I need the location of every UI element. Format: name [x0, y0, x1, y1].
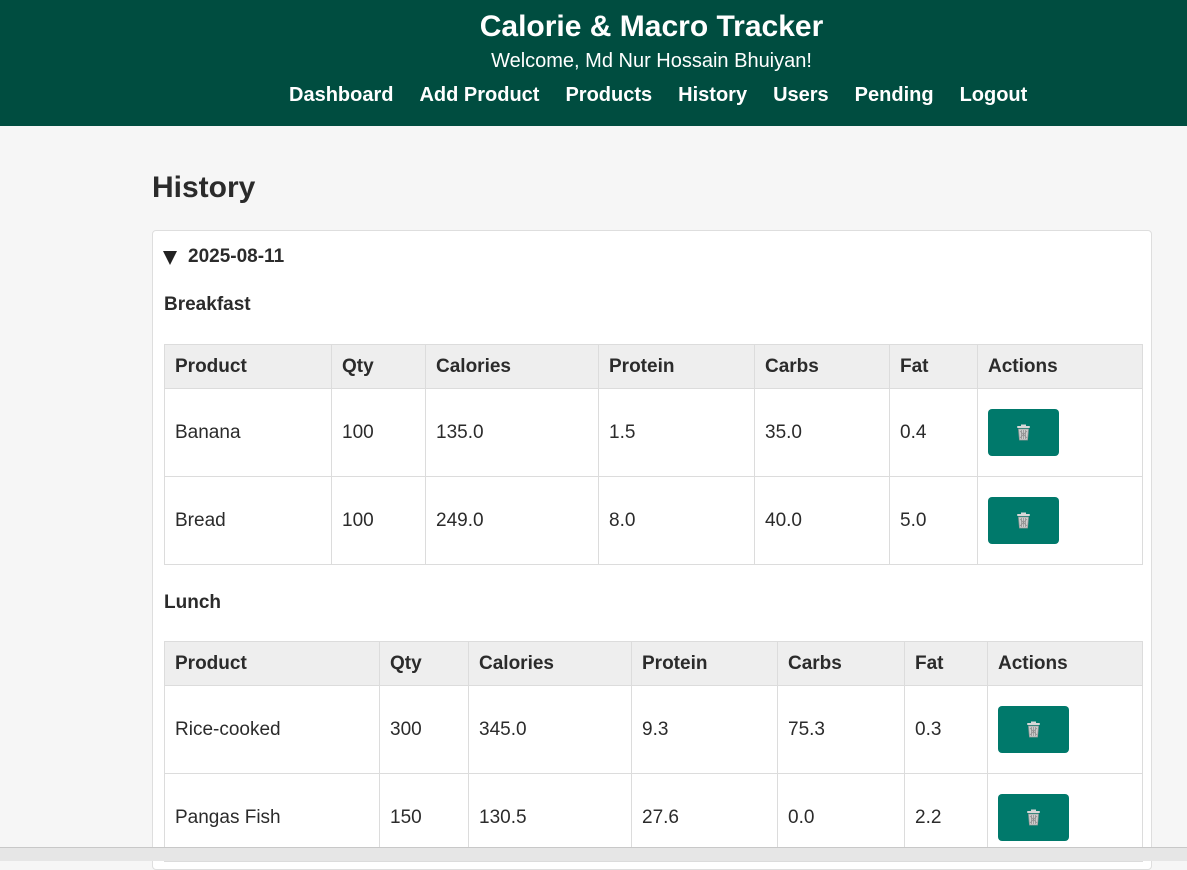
meal-title-lunch: Lunch: [164, 592, 221, 613]
welcome-message: Welcome, Md Nur Hossain Bhuiyan!: [491, 50, 812, 72]
main-nav: Dashboard Add Product Products History U…: [289, 82, 1027, 108]
cell-calories: 135.0: [425, 388, 599, 477]
app-title: Calorie & Macro Tracker: [479, 10, 824, 43]
cell-actions: [987, 685, 1143, 774]
nav-logout[interactable]: Logout: [960, 82, 1028, 108]
cell-protein: 1.5: [598, 388, 755, 477]
trash-icon: [1017, 512, 1030, 529]
lunch-table: Product Qty Calories Protein Carbs Fat A…: [164, 641, 1143, 862]
cell-product: Rice-cooked: [164, 685, 380, 774]
column-header: Calories: [468, 641, 632, 686]
delete-button[interactable]: [998, 706, 1069, 753]
nav-pending[interactable]: Pending: [855, 82, 934, 108]
trash-icon: [1027, 721, 1040, 738]
cell-fat: 0.3: [904, 685, 988, 774]
meal-title-breakfast: Breakfast: [164, 294, 251, 315]
cell-carbs: 40.0: [754, 476, 890, 565]
column-header: Actions: [977, 344, 1143, 389]
table-header-row: Product Qty Calories Protein Carbs Fat A…: [164, 344, 1143, 389]
cell-calories: 345.0: [468, 685, 632, 774]
cell-carbs: 35.0: [754, 388, 890, 477]
table-header-row: Product Qty Calories Protein Carbs Fat A…: [164, 641, 1143, 686]
column-header: Actions: [987, 641, 1143, 686]
table-row: Banana 100 135.0 1.5 35.0 0.4: [164, 388, 1143, 477]
breakfast-table: Product Qty Calories Protein Carbs Fat A…: [164, 344, 1143, 565]
column-header: Carbs: [777, 641, 905, 686]
column-header: Qty: [331, 344, 426, 389]
trash-icon: [1027, 809, 1040, 826]
cell-fat: 5.0: [889, 476, 978, 565]
horizontal-scrollbar[interactable]: [0, 847, 1187, 861]
cell-qty: 100: [331, 388, 426, 477]
app-header: Calorie & Macro Tracker Welcome, Md Nur …: [0, 0, 1187, 126]
cell-protein: 9.3: [631, 685, 778, 774]
cell-protein: 8.0: [598, 476, 755, 565]
column-header: Carbs: [754, 344, 890, 389]
expanded-triangle-icon: [163, 250, 177, 265]
nav-users[interactable]: Users: [773, 82, 829, 108]
delete-button[interactable]: [988, 497, 1059, 544]
date-toggle[interactable]: 2025-08-11: [163, 245, 284, 269]
nav-add-product[interactable]: Add Product: [419, 82, 539, 108]
cell-product: Bread: [164, 476, 332, 565]
nav-products[interactable]: Products: [565, 82, 652, 108]
trash-icon: [1017, 424, 1030, 441]
history-day-card: 2025-08-11 Breakfast Product Qty Calorie…: [152, 230, 1152, 870]
cell-actions: [977, 476, 1143, 565]
column-header: Protein: [631, 641, 778, 686]
delete-button[interactable]: [988, 409, 1059, 456]
column-header: Product: [164, 641, 380, 686]
cell-qty: 100: [331, 476, 426, 565]
nav-dashboard[interactable]: Dashboard: [289, 82, 393, 108]
cell-product: Banana: [164, 388, 332, 477]
column-header: Fat: [904, 641, 988, 686]
page-title: History: [152, 171, 256, 204]
nav-history[interactable]: History: [678, 82, 747, 108]
column-header: Protein: [598, 344, 755, 389]
cell-calories: 249.0: [425, 476, 599, 565]
delete-button[interactable]: [998, 794, 1069, 841]
column-header: Calories: [425, 344, 599, 389]
column-header: Product: [164, 344, 332, 389]
cell-qty: 300: [379, 685, 469, 774]
column-header: Qty: [379, 641, 469, 686]
table-row: Rice-cooked 300 345.0 9.3 75.3 0.3: [164, 685, 1143, 774]
column-header: Fat: [889, 344, 978, 389]
cell-actions: [977, 388, 1143, 477]
table-row: Bread 100 249.0 8.0 40.0 5.0: [164, 476, 1143, 565]
history-date: 2025-08-11: [188, 246, 285, 267]
cell-carbs: 75.3: [777, 685, 905, 774]
cell-fat: 0.4: [889, 388, 978, 477]
